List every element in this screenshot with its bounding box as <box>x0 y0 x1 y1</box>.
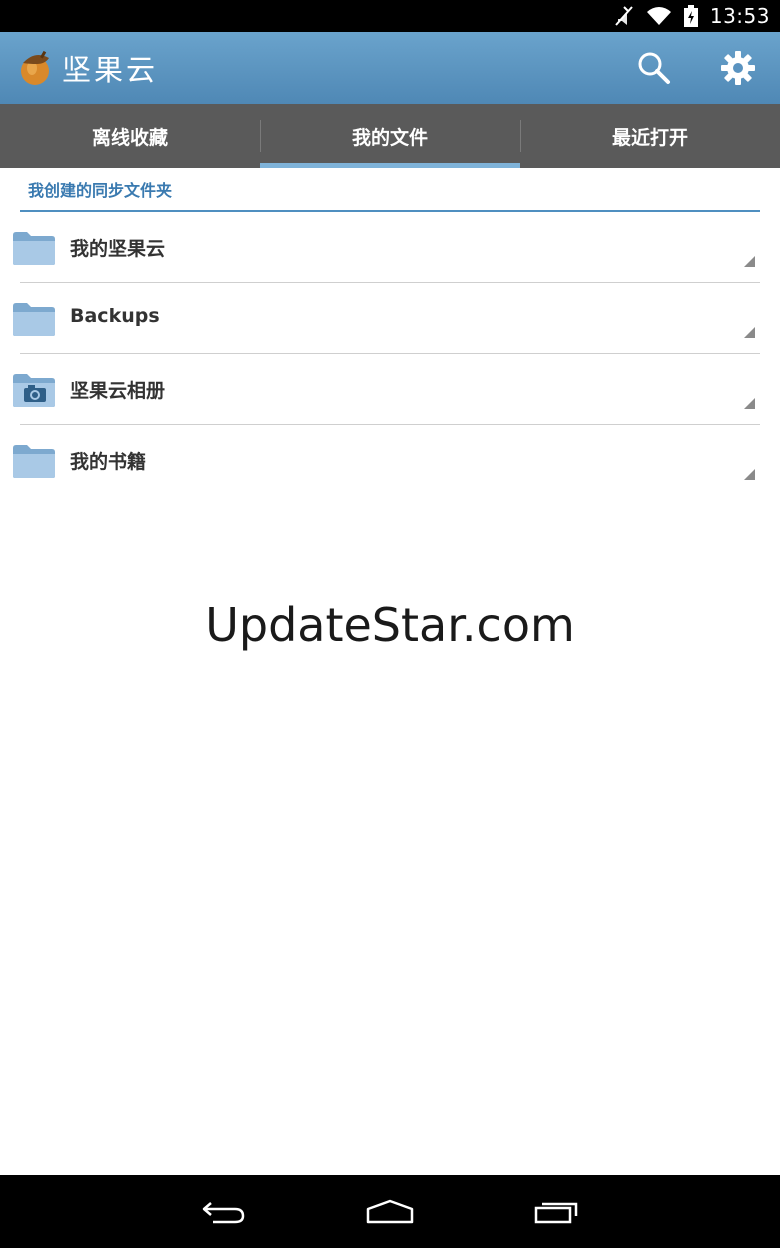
tab-label: 离线收藏 <box>91 126 168 149</box>
list-item[interactable]: 我的书籍 <box>0 425 780 496</box>
muted-icon <box>614 5 634 27</box>
wifi-icon <box>646 6 672 26</box>
status-bar: 13:53 <box>0 0 780 32</box>
tab-my-files[interactable]: 我的文件 <box>260 104 520 168</box>
action-bar: 坚果云 <box>0 32 780 104</box>
search-icon <box>638 52 670 84</box>
folder-name: 我的坚果云 <box>70 238 166 260</box>
expand-corner-icon[interactable] <box>744 323 755 342</box>
tab-label: 我的文件 <box>351 126 428 149</box>
recents-icon <box>534 1202 578 1223</box>
home-button[interactable] <box>307 1175 473 1248</box>
tab-recently-opened[interactable]: 最近打开 <box>520 104 780 168</box>
battery-charging-icon <box>683 5 698 27</box>
folder-icon <box>12 443 56 483</box>
folder-name: 坚果云相册 <box>70 380 166 402</box>
tab-offline-favorites[interactable]: 离线收藏 <box>0 104 260 168</box>
status-time: 13:53 <box>709 4 770 28</box>
list-item[interactable]: 坚果云相册 <box>0 354 780 425</box>
list-item[interactable]: 我的坚果云 <box>0 212 780 283</box>
folder-icon <box>12 301 56 341</box>
expand-corner-icon[interactable] <box>744 252 755 271</box>
gear-icon <box>721 51 755 85</box>
section-header: 我创建的同步文件夹 <box>20 168 760 212</box>
settings-button[interactable] <box>696 32 780 104</box>
home-icon <box>366 1199 414 1223</box>
app-title: 坚果云 <box>62 53 159 87</box>
expand-corner-icon[interactable] <box>744 394 755 413</box>
folder-name: Backups <box>70 305 160 327</box>
search-button[interactable] <box>612 32 696 104</box>
tab-label: 最近打开 <box>611 126 688 149</box>
tab-bar: 离线收藏 我的文件 最近打开 <box>0 104 780 168</box>
action-icons <box>612 32 780 104</box>
folder-name: 我的书籍 <box>70 451 147 473</box>
navigation-bar <box>0 1175 780 1248</box>
folder-list: 我的坚果云 Backups 坚果云相册 我的书籍 <box>0 212 780 496</box>
content: 我创建的同步文件夹 我的坚果云 Backups 坚果云相册 我的书籍 <box>0 168 780 496</box>
folder-icon <box>12 230 56 270</box>
camera-folder-icon <box>12 372 56 412</box>
acorn-icon <box>14 47 56 89</box>
watermark-text: UpdateStar.com <box>205 598 575 652</box>
back-button[interactable] <box>141 1175 307 1248</box>
expand-corner-icon[interactable] <box>744 465 755 484</box>
back-icon <box>202 1201 245 1223</box>
recents-button[interactable] <box>473 1175 639 1248</box>
list-item[interactable]: Backups <box>0 283 780 354</box>
